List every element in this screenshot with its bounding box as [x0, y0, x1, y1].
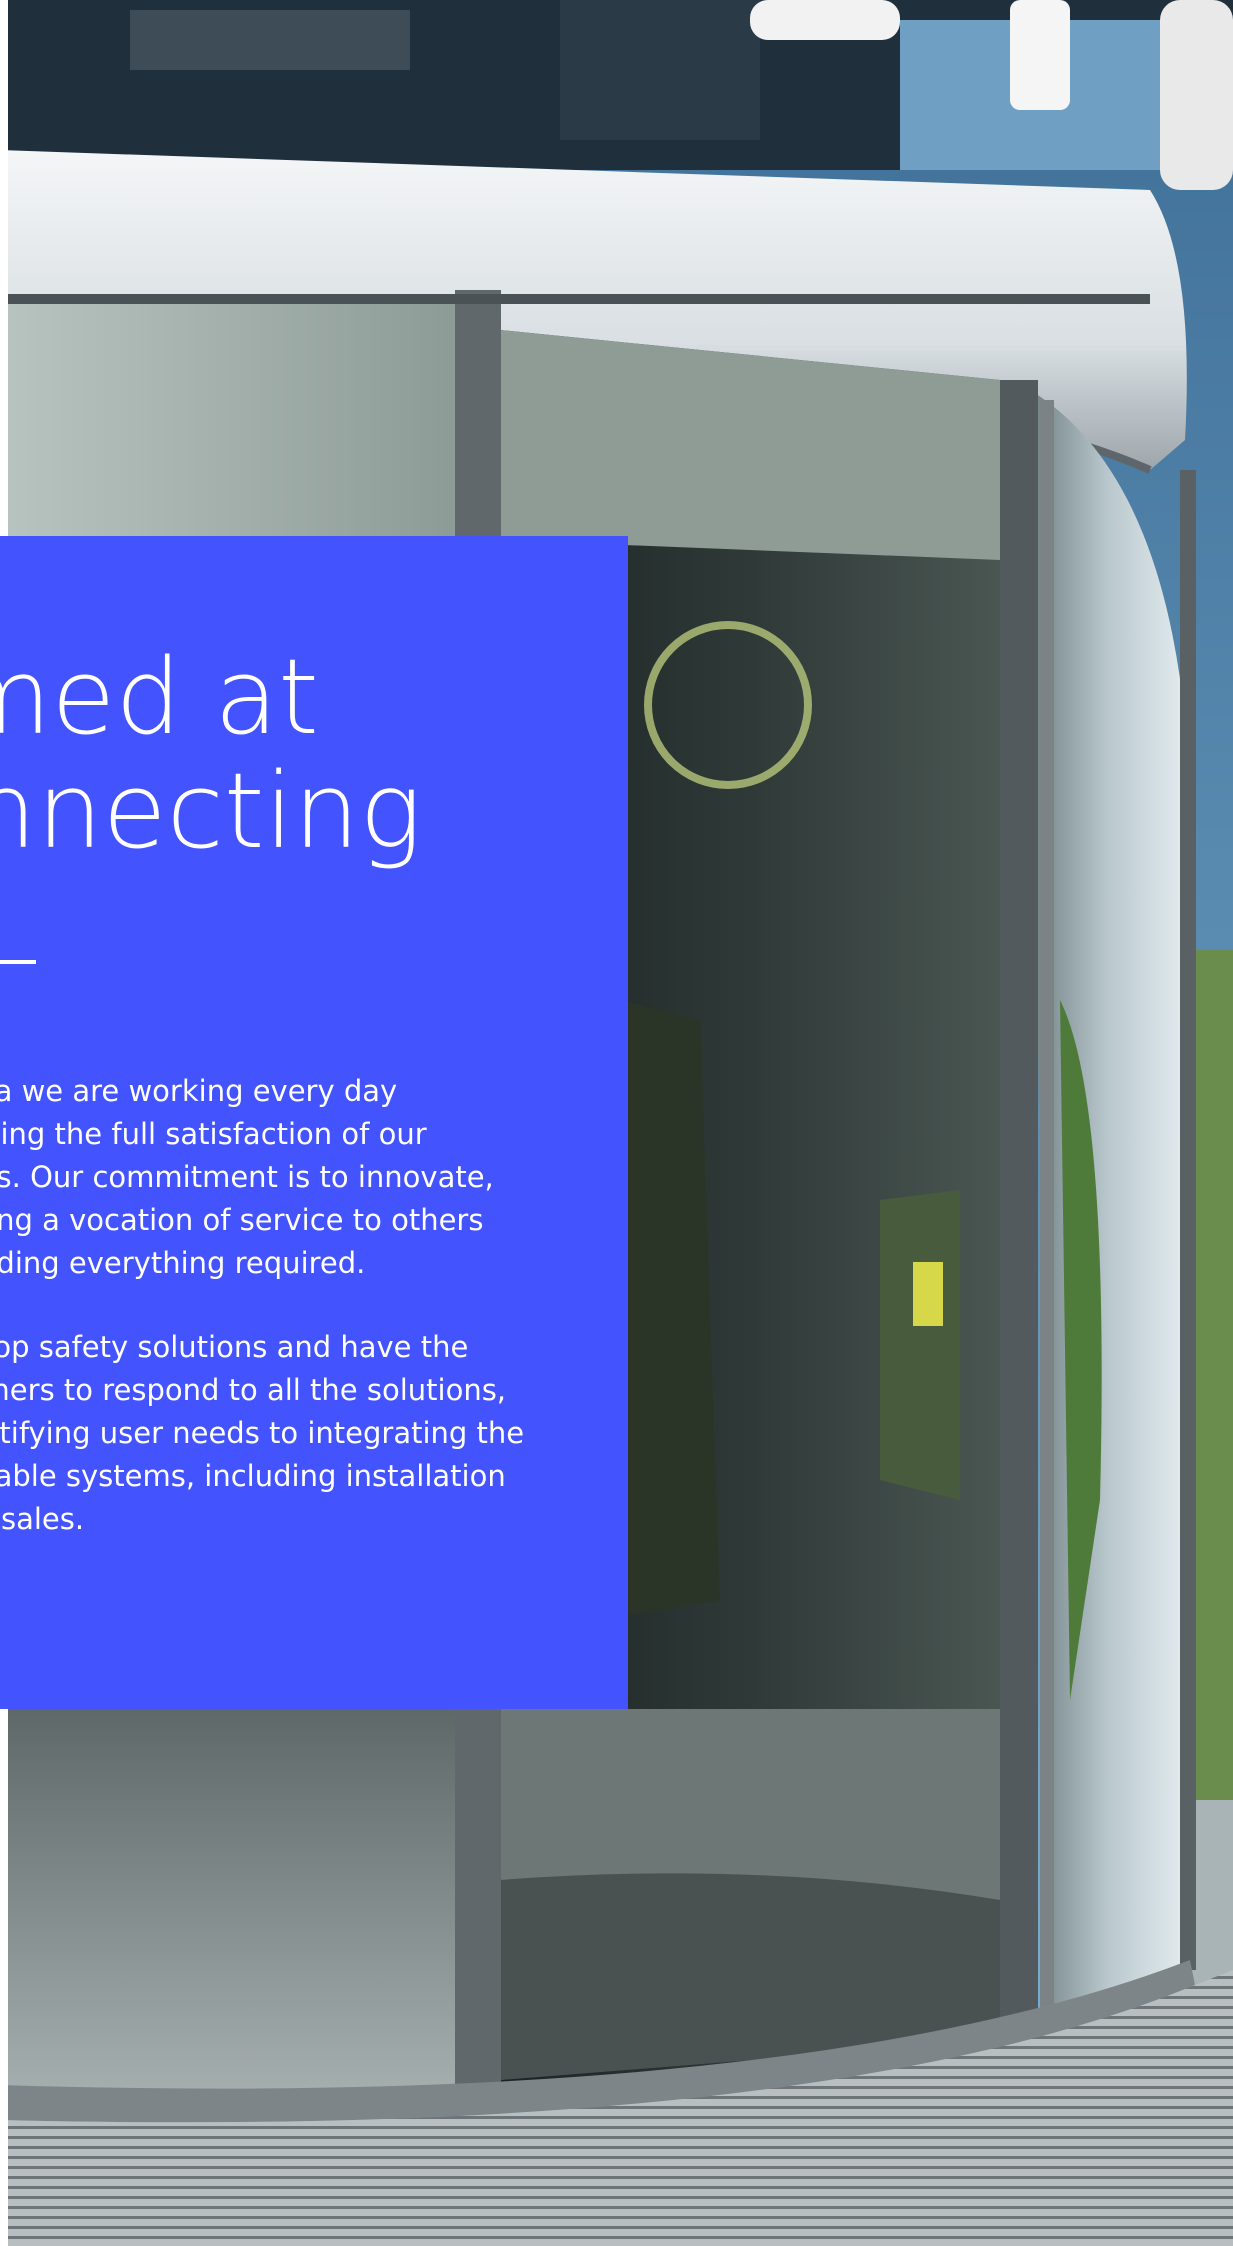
paragraph-line: and providing everything required. — [0, 1246, 366, 1280]
paragraph-line: We develop safety solutions and have the — [0, 1330, 469, 1364]
hero-section: Aimed at connecting At Manusa we are wor… — [0, 0, 1233, 2246]
paragraph-line: best partners to respond to all the solu… — [0, 1373, 507, 1407]
heading-line: Aimed at — [0, 636, 319, 758]
intro-paragraph-2: We develop safety solutions and have the… — [0, 1326, 628, 1541]
intro-panel: Aimed at connecting At Manusa we are wor… — [0, 536, 628, 1709]
section-heading: Aimed at connecting — [0, 640, 628, 868]
paragraph-line: At Manusa we are working every day — [0, 1074, 398, 1108]
heading-line: connecting — [0, 750, 422, 872]
intro-paragraph-1: At Manusa we are working every day on ac… — [0, 1070, 628, 1285]
heading-divider — [0, 960, 36, 964]
paragraph-line: on achieving the full satisfaction of ou… — [0, 1117, 427, 1151]
paragraph-line: and after-sales. — [0, 1502, 85, 1536]
paragraph-line: from identifying user needs to integrati… — [0, 1416, 525, 1450]
paragraph-line: customers. Our commitment is to innovate… — [0, 1160, 494, 1194]
paragraph-line: maintaining a vocation of service to oth… — [0, 1203, 484, 1237]
paragraph-line: most suitable systems, including install… — [0, 1459, 506, 1493]
